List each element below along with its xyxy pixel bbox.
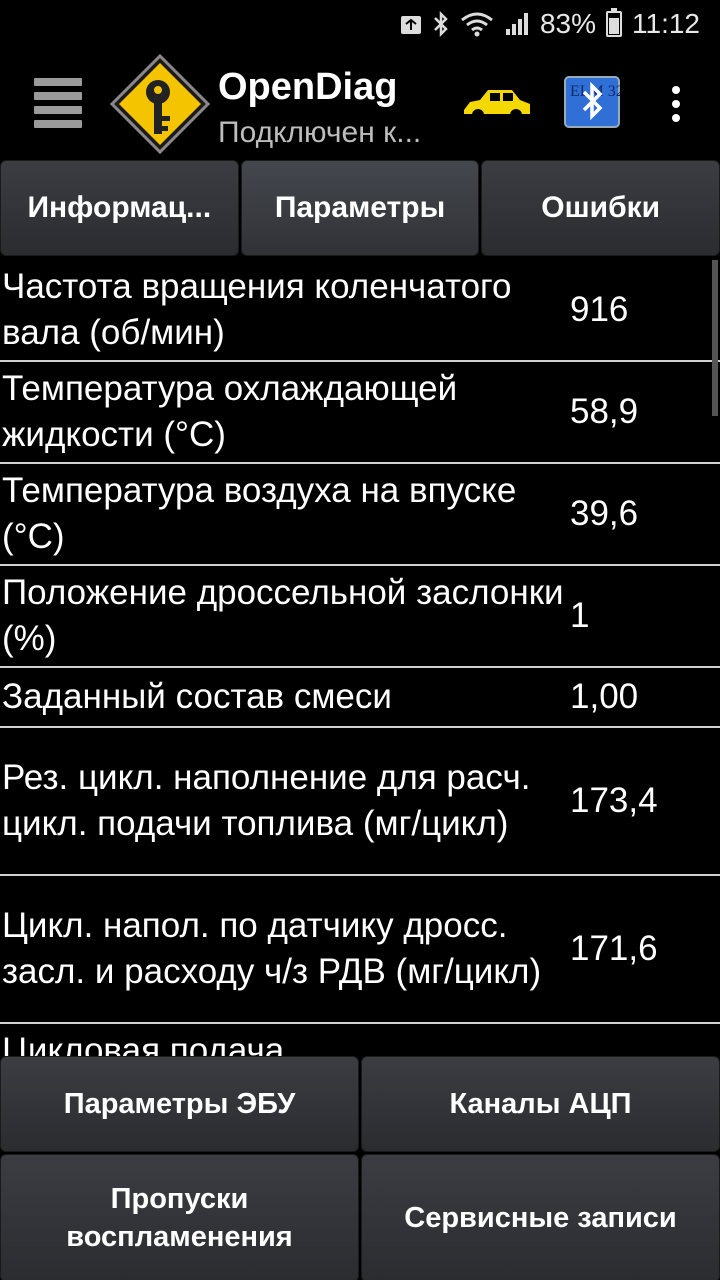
misfires-button[interactable]: Пропуски воспламенения (0, 1154, 359, 1280)
app-title: OpenDiag (218, 66, 398, 108)
wifi-icon (460, 9, 494, 39)
clock: 11:12 (632, 8, 700, 39)
recycle-icon (400, 9, 422, 39)
tab-information[interactable]: Информац... (0, 160, 239, 256)
hamburger-menu-icon[interactable] (34, 78, 82, 128)
parameter-value: 1,00 (570, 677, 639, 716)
app-bar: OpenDiag Подключен к... ELM 327 (0, 48, 720, 160)
bluetooth-status-icon (432, 9, 450, 39)
list-item: Рез. цикл. наполнение для расч. цикл. по… (0, 728, 720, 876)
scrollbar[interactable] (712, 260, 718, 416)
list-item: Заданный состав смеси 1,00 (0, 668, 720, 728)
battery-icon (606, 8, 622, 37)
list-item: Положение дроссельной заслонки (%) 1 (0, 566, 720, 668)
parameter-name: Температура охлаждающей жидкости (°C) (2, 369, 458, 454)
list-item: Цикл. напол. по датчику дросс. засл. и р… (0, 876, 720, 1024)
status-bar: 83% 11:12 (0, 0, 720, 48)
battery-percent: 83% (539, 8, 596, 39)
tab-parameters[interactable]: Параметры (240, 160, 480, 256)
parameter-value: 1 (570, 596, 590, 635)
car-icon[interactable] (460, 84, 534, 124)
misfires-label: Пропуски воспламенения (66, 1183, 293, 1253)
parameter-name: Положение дроссельной заслонки (%) (2, 573, 564, 658)
tab-bar: Информац... Параметры Ошибки (0, 160, 720, 258)
connection-status: Подключен к... (218, 116, 422, 149)
opendiag-logo-icon (109, 53, 211, 155)
parameter-value: 173,4 (570, 781, 658, 820)
parameter-value: 39,6 (570, 494, 639, 533)
service-records-button[interactable]: Сервисные записи (361, 1154, 720, 1280)
list-item: Температура воздуха на впуске (°C) 39,6 (0, 464, 720, 566)
parameter-name: Цикл. напол. по датчику дросс. засл. и р… (2, 906, 542, 991)
signal-icon (504, 9, 530, 39)
tab-errors[interactable]: Ошибки (481, 160, 720, 256)
parameter-value: 171,6 (570, 929, 658, 968)
parameter-name: Рез. цикл. наполнение для расч. цикл. по… (2, 758, 531, 843)
parameter-name: Температура воздуха на впуске (°C) (2, 471, 517, 556)
parameter-value: 58,9 (570, 392, 639, 431)
list-item: Температура охлаждающей жидкости (°C) 58… (0, 362, 720, 464)
bottom-actions: Параметры ЭБУ Каналы АЦП Пропуски восплам… (0, 1056, 720, 1280)
parameter-name: Частота вращения коленчатого вала (об/ми… (2, 267, 512, 352)
list-item: Частота вращения коленчатого вала (об/ми… (0, 260, 720, 362)
overflow-menu-icon[interactable] (664, 86, 688, 122)
ecu-parameters-button[interactable]: Параметры ЭБУ (0, 1056, 359, 1152)
list-item: Цикловая подача (0, 1024, 720, 1056)
adc-channels-button[interactable]: Каналы АЦП (361, 1056, 720, 1152)
parameter-name: Заданный состав смеси (2, 677, 392, 716)
parameter-value: 916 (570, 290, 629, 329)
elm327-bluetooth-icon[interactable]: ELM 327 (564, 76, 632, 128)
parameter-name: Цикловая подача (2, 1031, 285, 1056)
parameter-list[interactable]: Частота вращения коленчатого вала (об/ми… (0, 260, 720, 1056)
